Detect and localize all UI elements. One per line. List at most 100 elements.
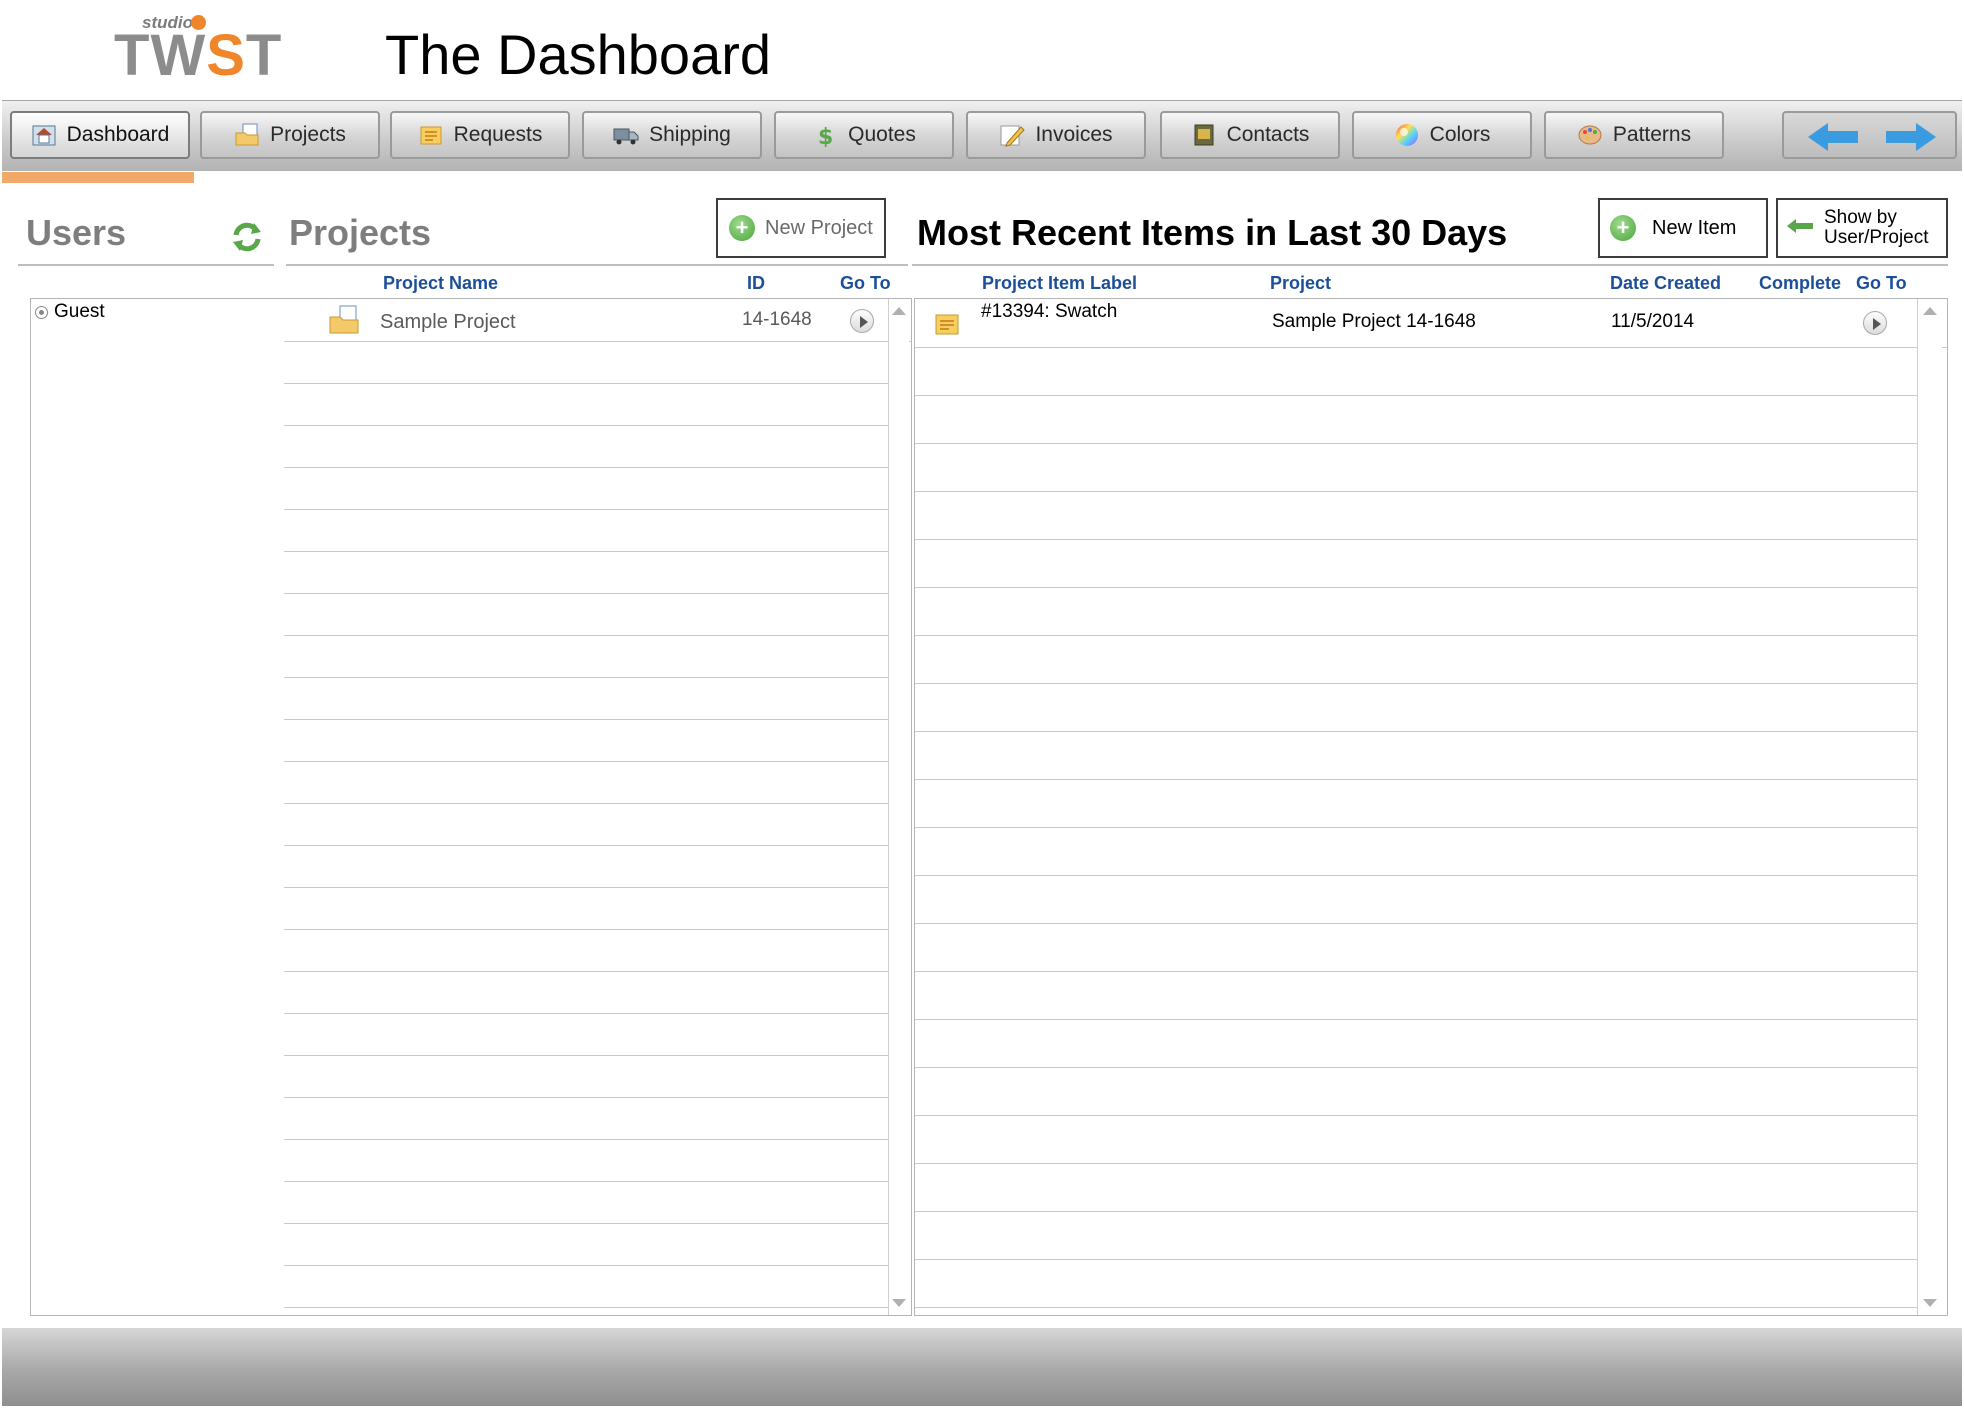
col-item-label: Project Item Label xyxy=(982,273,1138,293)
main-nav-bar: Dashboard Projects Requests Shipping $ Q… xyxy=(2,100,1962,171)
tab-dashboard[interactable]: Dashboard xyxy=(10,111,190,159)
tab-label: Contacts xyxy=(1226,123,1310,146)
empty-row xyxy=(284,887,888,930)
svg-text:$: $ xyxy=(818,125,833,147)
users-list: Guest xyxy=(30,298,286,1316)
tab-contacts[interactable]: Contacts xyxy=(1160,111,1340,159)
plus-icon: + xyxy=(1610,215,1636,241)
back-arrow-small-icon xyxy=(1786,217,1814,240)
project-folder-icon xyxy=(328,305,360,340)
col-item-project: Project xyxy=(1270,273,1332,293)
empty-row xyxy=(915,971,1917,1020)
empty-row xyxy=(915,827,1917,876)
empty-row xyxy=(915,1211,1917,1260)
empty-row xyxy=(284,761,888,804)
tab-requests[interactable]: Requests xyxy=(390,111,570,159)
truck-icon xyxy=(613,123,639,147)
table-row[interactable]: Sample Project 14-1648 xyxy=(284,299,911,342)
go-to-icon[interactable] xyxy=(850,309,874,333)
empty-row xyxy=(915,347,1917,396)
users-divider xyxy=(18,264,274,266)
empty-row xyxy=(915,491,1917,540)
new-project-label: New Project xyxy=(765,216,873,239)
project-name: Sample Project xyxy=(380,311,516,333)
empty-row xyxy=(284,971,888,1014)
tab-label: Quotes xyxy=(848,123,916,146)
recent-divider xyxy=(912,264,1948,266)
empty-row xyxy=(284,1181,888,1224)
empty-row xyxy=(284,425,888,468)
empty-row xyxy=(915,395,1917,444)
project-id: 14-1648 xyxy=(742,309,812,330)
forward-arrow-icon[interactable] xyxy=(1882,121,1938,153)
footer-bar xyxy=(2,1328,1962,1406)
recent-scrollbar[interactable] xyxy=(1917,299,1942,1315)
tab-label: Dashboard xyxy=(66,123,170,146)
tab-label: Patterns xyxy=(1612,123,1692,146)
folder-icon xyxy=(234,123,260,147)
col-project-goto: Go To xyxy=(840,273,891,293)
empty-row xyxy=(915,1163,1917,1212)
projects-divider xyxy=(286,264,908,266)
scroll-down-icon[interactable] xyxy=(892,1299,906,1307)
tab-colors[interactable]: Colors xyxy=(1352,111,1532,159)
projects-scrollbar[interactable] xyxy=(888,299,909,1315)
empty-row xyxy=(915,779,1917,828)
nav-arrows-group xyxy=(1782,111,1957,159)
empty-row xyxy=(915,683,1917,732)
empty-row xyxy=(915,1115,1917,1164)
home-icon xyxy=(31,123,57,147)
user-item-guest[interactable]: Guest xyxy=(35,301,105,323)
logo-twist-text: TWST xyxy=(114,23,283,88)
empty-row xyxy=(915,539,1917,588)
tab-invoices[interactable]: Invoices xyxy=(966,111,1146,159)
empty-row xyxy=(915,875,1917,924)
new-project-button[interactable]: + New Project xyxy=(716,198,886,258)
col-item-goto: Go To xyxy=(1856,273,1907,293)
request-note-icon xyxy=(418,123,444,147)
empty-row xyxy=(284,1265,888,1308)
empty-row xyxy=(284,551,888,594)
col-complete: Complete xyxy=(1759,273,1842,293)
empty-row xyxy=(284,845,888,888)
empty-row xyxy=(284,1223,888,1266)
empty-row xyxy=(284,929,888,972)
col-project-name: Project Name xyxy=(383,273,499,293)
new-item-button[interactable]: + New Item xyxy=(1598,198,1768,258)
empty-row xyxy=(284,1139,888,1182)
item-date: 11/5/2014 xyxy=(1611,311,1695,332)
scroll-up-icon[interactable] xyxy=(892,307,906,315)
empty-row xyxy=(915,1067,1917,1116)
new-item-label: New Item xyxy=(1652,216,1737,239)
table-row[interactable]: #13394: Swatch Sample Project 14-1648 11… xyxy=(915,299,1947,348)
empty-row xyxy=(284,719,888,762)
empty-row xyxy=(915,1259,1917,1308)
empty-row xyxy=(915,587,1917,636)
tab-shipping[interactable]: Shipping xyxy=(582,111,762,159)
empty-row xyxy=(284,1055,888,1098)
back-arrow-icon[interactable] xyxy=(1806,121,1862,153)
address-book-icon xyxy=(1191,123,1217,147)
empty-row xyxy=(284,635,888,678)
tab-patterns[interactable]: Patterns xyxy=(1544,111,1724,159)
scroll-down-icon[interactable] xyxy=(1923,1299,1937,1307)
go-to-icon[interactable] xyxy=(1863,311,1887,335)
tab-quotes[interactable]: $ Quotes xyxy=(774,111,954,159)
item-label: #13394: Swatch xyxy=(981,301,1118,322)
show-by-user-project-button[interactable]: Show by User/Project xyxy=(1776,198,1948,258)
item-project: Sample Project 14-1648 xyxy=(1272,311,1476,332)
tab-label: Projects xyxy=(270,123,346,146)
empty-row xyxy=(284,593,888,636)
tab-projects[interactable]: Projects xyxy=(200,111,380,159)
recent-items-title: Most Recent Items in Last 30 Days xyxy=(917,212,1508,253)
empty-row xyxy=(915,1019,1917,1068)
user-name: Guest xyxy=(54,301,105,322)
tab-label: Invoices xyxy=(1035,123,1113,146)
refresh-icon[interactable] xyxy=(230,220,264,254)
request-note-icon xyxy=(935,313,959,340)
scroll-up-icon[interactable] xyxy=(1923,307,1937,315)
empty-row xyxy=(284,677,888,720)
users-title: Users xyxy=(26,212,127,253)
show-by-label: Show by User/Project xyxy=(1824,207,1929,248)
col-date-created: Date Created xyxy=(1610,273,1722,293)
